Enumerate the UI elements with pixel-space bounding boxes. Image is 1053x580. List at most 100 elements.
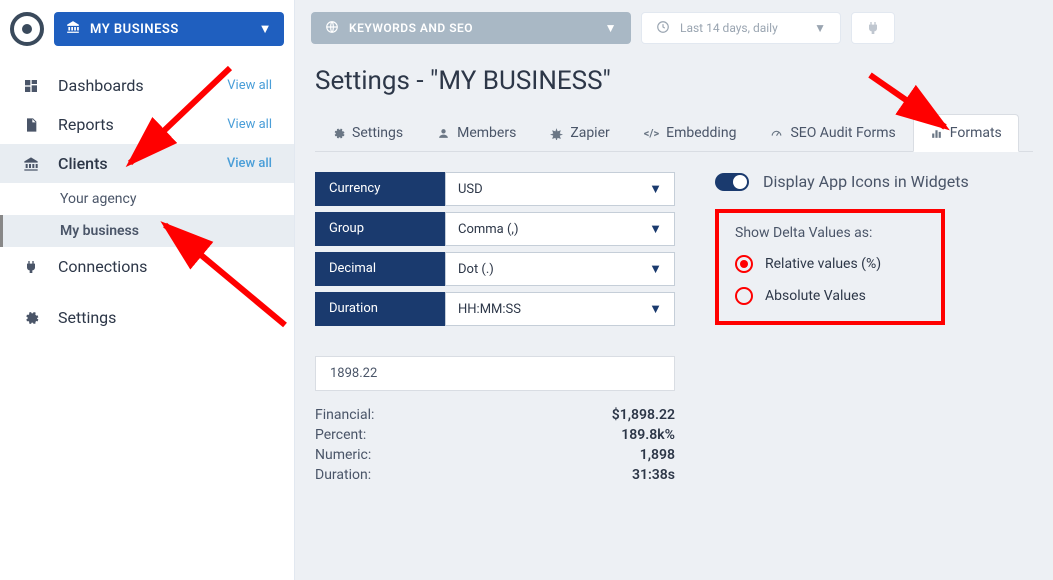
select-value: Dot (.) xyxy=(458,262,494,277)
radio-icon xyxy=(735,287,753,305)
chevron-down-icon: ▼ xyxy=(649,261,662,277)
row-decimal: Decimal Dot (.) ▼ xyxy=(315,252,675,286)
select-currency[interactable]: USD ▼ xyxy=(445,172,675,206)
toggle-label: Display App Icons in Widgets xyxy=(763,172,969,191)
select-value: HH:MM:SS xyxy=(458,302,521,317)
right-column: Display App Icons in Widgets Show Delta … xyxy=(715,172,1033,485)
view-all-link[interactable]: View all xyxy=(227,156,272,171)
radio-icon xyxy=(735,255,753,273)
select-group[interactable]: Comma (,) ▼ xyxy=(445,212,675,246)
tabs: Settings Members Zapier </> Embedding SE… xyxy=(315,114,1033,152)
sample-label: Financial: xyxy=(315,407,374,423)
label-currency: Currency xyxy=(315,172,445,206)
tab-label: Members xyxy=(457,125,516,141)
gauge-icon xyxy=(770,127,783,140)
nav-label: Settings xyxy=(58,308,116,327)
bank-icon xyxy=(22,156,40,172)
bank-icon xyxy=(66,20,80,38)
sidebar: MY BUSINESS ▼ Dashboards View all xyxy=(0,0,295,580)
delta-title: Show Delta Values as: xyxy=(735,225,925,241)
tab-embedding[interactable]: </> Embedding xyxy=(627,114,754,151)
label-group: Group xyxy=(315,212,445,246)
nav-label: Reports xyxy=(58,115,114,134)
chevron-down-icon: ▼ xyxy=(814,21,826,35)
label-decimal: Decimal xyxy=(315,252,445,286)
timerange-label: Last 14 days, daily xyxy=(680,21,778,35)
chart-icon xyxy=(930,127,943,140)
tab-label: Zapier xyxy=(570,125,609,141)
topbar: KEYWORDS AND SEO ▼ Last 14 days, daily ▼ xyxy=(295,0,1053,56)
keywords-dropdown[interactable]: KEYWORDS AND SEO ▼ xyxy=(311,12,631,44)
select-duration[interactable]: HH:MM:SS ▼ xyxy=(445,292,675,326)
select-value: Comma (,) xyxy=(458,222,519,237)
sample-value: 1,898 xyxy=(640,447,675,463)
plug-button[interactable] xyxy=(851,12,895,44)
dashboard-icon xyxy=(22,78,40,94)
view-all-link[interactable]: View all xyxy=(227,78,272,93)
page-title: Settings - "MY BUSINESS" xyxy=(315,66,1033,96)
timerange-dropdown[interactable]: Last 14 days, daily ▼ xyxy=(641,12,841,44)
label-duration: Duration xyxy=(315,292,445,326)
tab-label: Embedding xyxy=(666,125,736,141)
display-icons-toggle[interactable] xyxy=(715,173,749,191)
nav-label: Connections xyxy=(58,257,147,276)
nav-label: Clients xyxy=(58,154,108,173)
sidebar-sub-my-business[interactable]: My business xyxy=(0,215,294,247)
select-decimal[interactable]: Dot (.) ▼ xyxy=(445,252,675,286)
main: KEYWORDS AND SEO ▼ Last 14 days, daily ▼… xyxy=(295,0,1053,580)
nav-settings[interactable]: Settings xyxy=(0,298,294,337)
view-all-link[interactable]: View all xyxy=(227,117,272,132)
nav-reports[interactable]: Reports View all xyxy=(0,105,294,144)
clock-icon xyxy=(656,20,670,37)
sample-numeric: Numeric: 1,898 xyxy=(315,445,675,465)
radio-label: Relative values (%) xyxy=(765,256,881,272)
sample-input[interactable] xyxy=(315,356,675,391)
app-logo[interactable] xyxy=(10,12,44,46)
radio-relative[interactable]: Relative values (%) xyxy=(735,255,925,273)
sample-value: 31:38s xyxy=(632,467,675,483)
tab-settings[interactable]: Settings xyxy=(315,114,420,151)
nav-label: Dashboards xyxy=(58,76,144,95)
user-icon xyxy=(437,127,450,140)
row-group: Group Comma (,) ▼ xyxy=(315,212,675,246)
sidebar-header: MY BUSINESS ▼ xyxy=(0,0,294,58)
sample-financial: Financial: $1,898.22 xyxy=(315,405,675,425)
sidebar-sub-your-agency[interactable]: Your agency xyxy=(0,183,294,215)
nav-dashboards[interactable]: Dashboards View all xyxy=(0,66,294,105)
chevron-down-icon: ▼ xyxy=(605,21,617,35)
row-duration: Duration HH:MM:SS ▼ xyxy=(315,292,675,326)
globe-icon xyxy=(325,20,339,37)
chevron-down-icon: ▼ xyxy=(649,301,662,317)
plug-icon xyxy=(22,259,40,275)
nav-clients[interactable]: Clients View all xyxy=(0,144,294,183)
display-icons-toggle-row: Display App Icons in Widgets xyxy=(715,172,1033,191)
keywords-label: KEYWORDS AND SEO xyxy=(349,21,473,35)
tab-zapier[interactable]: Zapier xyxy=(533,114,626,151)
sample-value: $1,898.22 xyxy=(612,407,675,423)
radio-absolute[interactable]: Absolute Values xyxy=(735,287,925,305)
business-name: MY BUSINESS xyxy=(90,22,179,37)
business-dropdown[interactable]: MY BUSINESS ▼ xyxy=(54,12,284,46)
tab-members[interactable]: Members xyxy=(420,114,533,151)
tab-label: Formats xyxy=(950,125,1002,141)
sidebar-nav: Dashboards View all Reports View all xyxy=(0,58,294,337)
nav-connections[interactable]: Connections xyxy=(0,247,294,286)
sample-label: Percent: xyxy=(315,427,366,443)
radio-label: Absolute Values xyxy=(765,288,866,304)
gear-icon xyxy=(332,127,345,140)
code-icon: </> xyxy=(644,127,659,140)
chevron-down-icon: ▼ xyxy=(259,21,272,37)
row-currency: Currency USD ▼ xyxy=(315,172,675,206)
zapier-icon xyxy=(550,127,563,140)
tab-formats[interactable]: Formats xyxy=(913,114,1019,152)
sample-label: Numeric: xyxy=(315,447,371,463)
tab-label: Settings xyxy=(352,125,403,141)
sample-percent: Percent: 189.8k% xyxy=(315,425,675,445)
tab-seo-audit[interactable]: SEO Audit Forms xyxy=(753,114,912,151)
chevron-down-icon: ▼ xyxy=(649,221,662,237)
delta-values-box: Show Delta Values as: Relative values (%… xyxy=(715,209,945,325)
select-value: USD xyxy=(458,182,483,197)
tab-label: SEO Audit Forms xyxy=(790,125,895,141)
sample-value: 189.8k% xyxy=(621,427,675,443)
reports-icon xyxy=(22,117,40,133)
